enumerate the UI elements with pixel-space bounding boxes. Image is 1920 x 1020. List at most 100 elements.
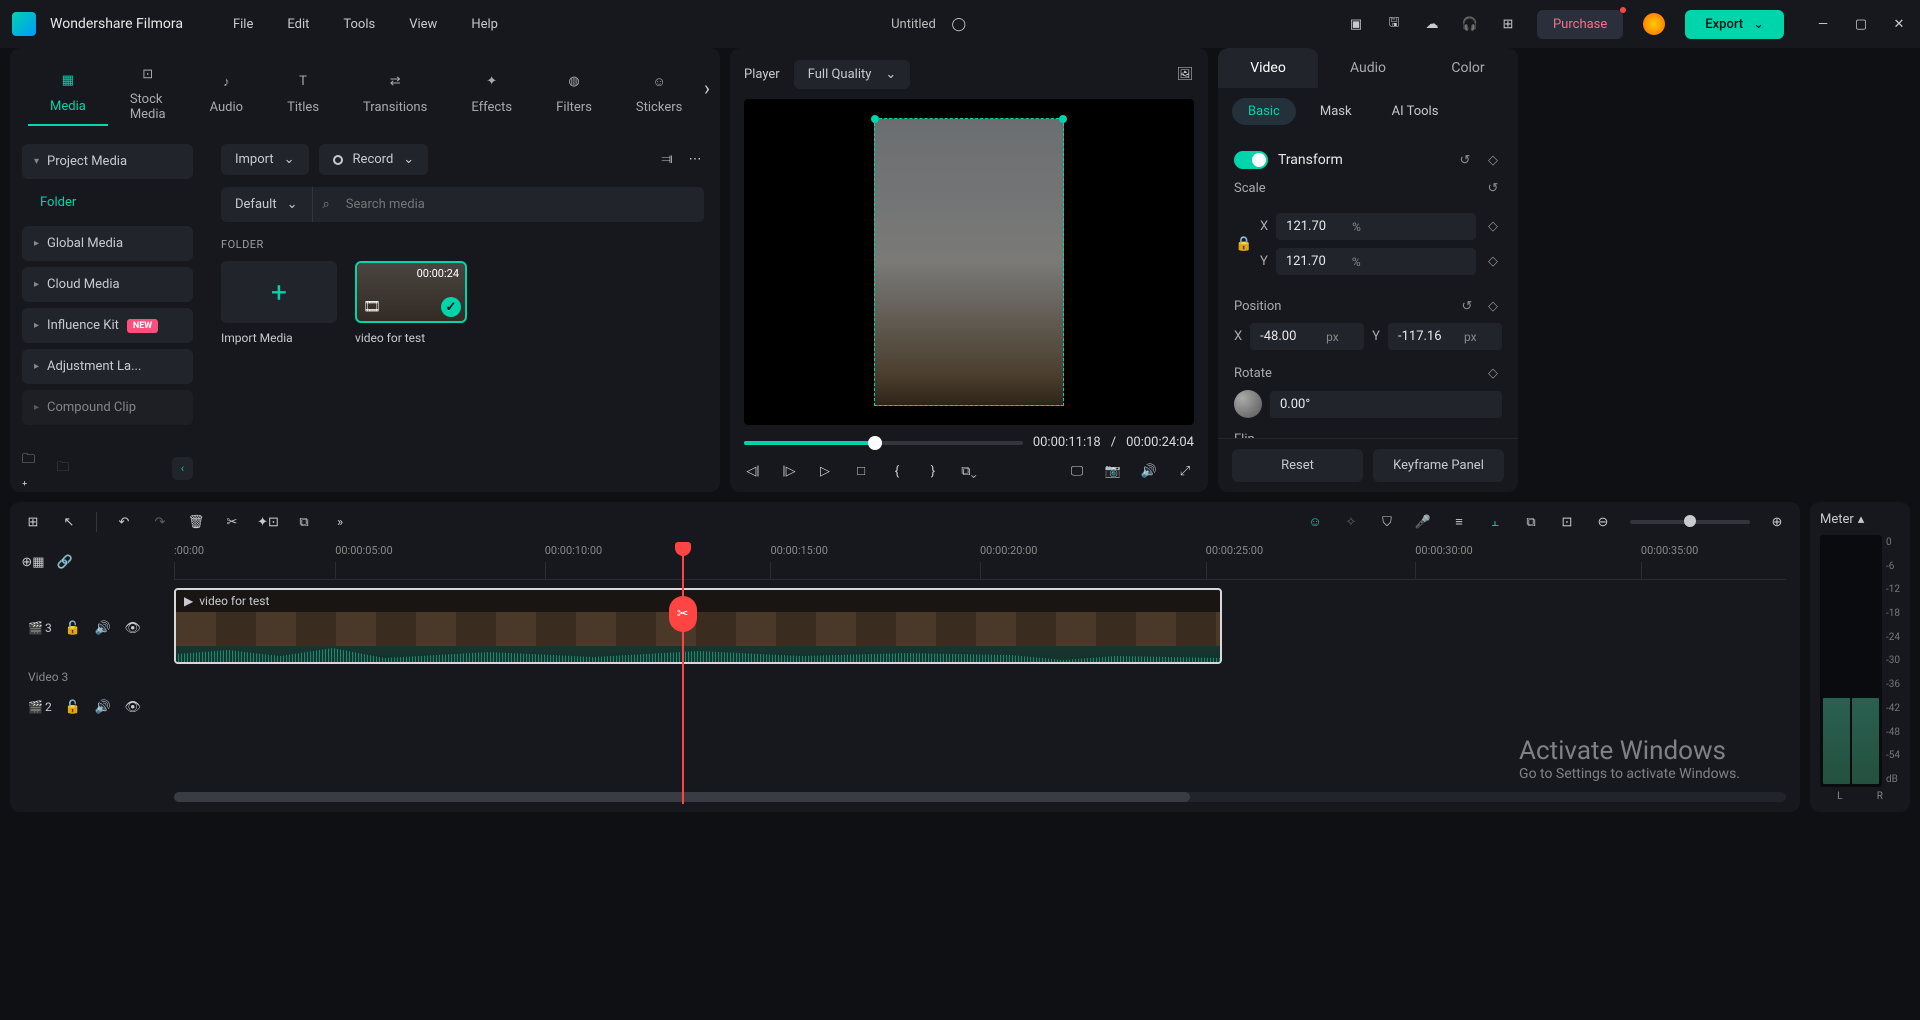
purchase-button[interactable]: Purchase — [1537, 10, 1623, 39]
sidebar-influence-kit[interactable]: Influence KitNEW — [22, 308, 193, 343]
reset-icon[interactable]: ↺ — [1456, 151, 1474, 169]
user-avatar[interactable] — [1643, 13, 1665, 35]
close-icon[interactable]: ✕ — [1890, 15, 1908, 33]
subtab-basic[interactable]: Basic — [1232, 98, 1296, 125]
meter-title[interactable]: Meter▴ — [1820, 512, 1900, 527]
add-track-icon[interactable]: ⊕▦ — [24, 553, 42, 571]
scale-y-input[interactable] — [1286, 254, 1346, 269]
camera-icon[interactable]: 📷 — [1104, 462, 1122, 480]
menu-file[interactable]: File — [219, 17, 267, 32]
import-media-tile[interactable]: + Import Media — [221, 261, 337, 345]
preview-progress[interactable] — [744, 441, 1023, 445]
headphones-icon[interactable]: 🎧 — [1461, 15, 1479, 33]
link-icon[interactable]: 🔗 — [56, 553, 74, 571]
keyframe-icon[interactable]: ◇ — [1484, 151, 1502, 169]
menu-edit[interactable]: Edit — [273, 17, 323, 32]
playhead-cap-icon[interactable] — [675, 542, 691, 556]
cursor-icon[interactable]: ↖ — [60, 513, 78, 531]
keyframe-icon[interactable]: ◇ — [1484, 218, 1502, 236]
reset-icon[interactable]: ↺ — [1458, 297, 1476, 315]
rotate-field[interactable] — [1270, 391, 1502, 418]
zoom-out-icon[interactable]: ⊖ — [1594, 513, 1612, 531]
timeline-clip[interactable]: ▶video for test — [174, 588, 1222, 664]
shield-icon[interactable]: ⛉ — [1378, 513, 1396, 531]
menu-view[interactable]: View — [395, 17, 451, 32]
render-icon[interactable]: ⧉ — [1522, 513, 1540, 531]
inspector-tab-video[interactable]: Video — [1218, 48, 1318, 88]
pos-x-field[interactable]: px — [1250, 323, 1364, 350]
undo-icon[interactable]: ↶ — [115, 513, 133, 531]
layout-icon[interactable]: ▣ — [1347, 15, 1365, 33]
pos-x-input[interactable] — [1260, 329, 1320, 344]
reset-icon[interactable]: ↺ — [1484, 179, 1502, 197]
playhead[interactable]: ✂ — [682, 544, 684, 804]
smiley-icon[interactable]: ☺ — [1306, 513, 1324, 531]
delete-icon[interactable]: 🗑 — [187, 513, 205, 531]
zoom-in-icon[interactable]: ⊕ — [1768, 513, 1786, 531]
tab-transitions[interactable]: ⇄Transitions — [341, 66, 449, 125]
menu-tools[interactable]: Tools — [329, 17, 389, 32]
tab-effects[interactable]: ✦Effects — [449, 66, 534, 125]
scale-x-field[interactable]: % — [1276, 213, 1476, 240]
search-input[interactable] — [334, 187, 704, 222]
video-frame[interactable] — [874, 118, 1064, 406]
inspector-tab-audio[interactable]: Audio — [1318, 48, 1418, 88]
mark-out-icon[interactable]: } — [924, 462, 942, 480]
apps-icon[interactable]: ⊞ — [1499, 15, 1517, 33]
play-icon[interactable]: ▷ — [816, 462, 834, 480]
tab-stickers[interactable]: ☺Stickers — [614, 66, 704, 125]
track-lock-icon[interactable]: 🔓 — [64, 698, 82, 716]
marker-dropdown-icon[interactable]: ⧉⌄ — [960, 462, 978, 480]
track-lock-icon[interactable]: 🔓 — [64, 619, 82, 637]
subtab-ai-tools[interactable]: AI Tools — [1376, 98, 1455, 125]
prev-frame-icon[interactable]: ◁| — [744, 462, 762, 480]
subtab-mask[interactable]: Mask — [1304, 98, 1368, 125]
sidebar-global-media[interactable]: Global Media — [22, 226, 193, 261]
maximize-icon[interactable]: ▢ — [1852, 15, 1870, 33]
zoom-thumb[interactable] — [1684, 515, 1696, 527]
keyframe-icon[interactable]: ◇ — [1484, 297, 1502, 315]
magnet-icon[interactable]: ⊞ — [24, 513, 42, 531]
scale-y-field[interactable]: % — [1276, 248, 1476, 275]
track-mute-icon[interactable]: 🔊 — [94, 619, 112, 637]
pos-y-input[interactable] — [1398, 329, 1458, 344]
inspector-tab-color[interactable]: Color — [1418, 48, 1518, 88]
export-button[interactable]: Export⌄ — [1685, 10, 1784, 39]
ai-icon[interactable]: ✦⊡ — [259, 513, 277, 531]
cloud-icon[interactable]: ☁ — [1423, 15, 1441, 33]
zoom-slider[interactable] — [1630, 520, 1750, 524]
sparkle-icon[interactable]: ✧ — [1342, 513, 1360, 531]
volume-icon[interactable]: 🔊 — [1140, 462, 1158, 480]
menu-help[interactable]: Help — [457, 17, 512, 32]
sidebar-cloud-media[interactable]: Cloud Media — [22, 267, 193, 302]
tabs-scroll-right-icon[interactable]: › — [704, 76, 710, 100]
resize-handle-icon[interactable] — [1059, 115, 1067, 123]
sort-dropdown[interactable]: Default⌄ — [221, 187, 313, 222]
cut-icon[interactable]: ✂ — [223, 513, 241, 531]
next-frame-icon[interactable]: |▷ — [780, 462, 798, 480]
mic-icon[interactable]: 🎤 — [1414, 513, 1432, 531]
stop-icon[interactable]: □ — [852, 462, 870, 480]
quality-dropdown[interactable]: Full Quality⌄ — [794, 60, 911, 89]
fit-icon[interactable]: ⊡ — [1558, 513, 1576, 531]
snapshot-icon[interactable]: 🖼 — [1176, 66, 1194, 84]
subtitle-icon[interactable]: ≡ — [1450, 513, 1468, 531]
rotate-input[interactable] — [1280, 397, 1340, 412]
playhead-scissor-icon[interactable]: ✂ — [669, 596, 697, 632]
rotate-dial[interactable] — [1234, 390, 1262, 418]
import-dropdown[interactable]: Import⌄ — [221, 144, 309, 175]
sidebar-compound-clip[interactable]: Compound Clip — [22, 390, 193, 425]
tab-audio[interactable]: ♪Audio — [188, 66, 265, 125]
mark-in-icon[interactable]: { — [888, 462, 906, 480]
more-icon[interactable]: ⋯ — [686, 151, 704, 169]
preview-viewport[interactable] — [744, 99, 1194, 425]
minimize-icon[interactable]: — — [1814, 15, 1832, 33]
tab-titles[interactable]: TTitles — [265, 66, 341, 125]
pos-y-field[interactable]: px — [1388, 323, 1502, 350]
timeline-scrollbar[interactable] — [174, 792, 1786, 802]
filter-icon[interactable]: ⫥ — [658, 151, 676, 169]
keyframe-panel-button[interactable]: Keyframe Panel — [1373, 449, 1504, 482]
transform-toggle[interactable] — [1234, 151, 1268, 169]
more-tools-icon[interactable]: » — [331, 513, 349, 531]
sidebar-folder[interactable]: Folder — [22, 185, 193, 220]
